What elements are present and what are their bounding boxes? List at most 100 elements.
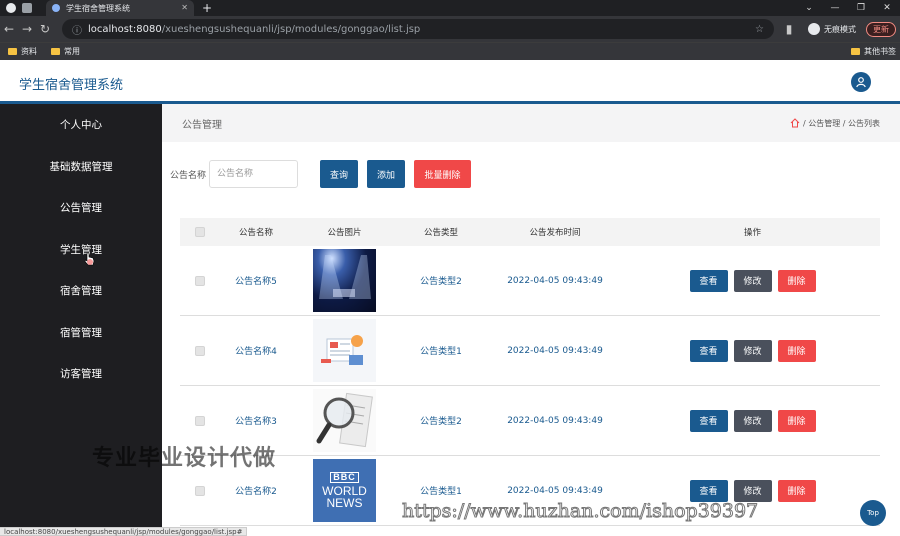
home-icon[interactable]	[790, 118, 800, 128]
window-chevron-icon[interactable]: ⌄	[796, 0, 822, 16]
tab-favicon-icon	[52, 4, 60, 12]
app-title: 学生宿舍管理系统	[19, 78, 124, 93]
announcement-time: 2022-04-05 09:43:49	[507, 275, 603, 286]
announcement-name[interactable]: 公告名称5	[220, 274, 292, 287]
announcement-time: 2022-04-05 09:43:49	[507, 345, 603, 356]
news-text: NEWS	[326, 496, 363, 510]
other-bookmarks[interactable]: 其他书签	[851, 46, 896, 57]
announcement-image	[313, 389, 376, 452]
tab-title: 学生宿舍管理系统	[66, 3, 130, 13]
reload-icon[interactable]: ↻	[36, 22, 54, 36]
row-checkbox[interactable]	[195, 345, 205, 356]
url-host: localhost:8080	[88, 23, 162, 35]
incognito-indicator[interactable]: 无痕模式	[808, 23, 856, 35]
window-controls: ⌄ — ❐ ✕	[796, 0, 900, 16]
announcement-image: BBC WORLD NEWS	[313, 459, 376, 522]
sidebar-item-dormitories[interactable]: 宿舍管理	[0, 270, 162, 312]
sidebar-item-visitors[interactable]: 访客管理	[0, 353, 162, 395]
announcement-name[interactable]: 公告名称2	[220, 484, 292, 497]
announcement-name[interactable]: 公告名称4	[220, 344, 292, 357]
bookmarks-bar: 资料 常用 其他书签	[0, 42, 900, 60]
update-button[interactable]: 更新	[866, 21, 896, 37]
browser-tab[interactable]: 学生宿舍管理系统 ✕	[46, 0, 194, 16]
delete-button[interactable]: 删除	[777, 269, 816, 292]
mouse-cursor-icon	[84, 252, 95, 266]
tab-close-icon[interactable]: ✕	[181, 3, 188, 12]
view-button[interactable]: 查看	[689, 409, 728, 432]
view-button[interactable]: 查看	[689, 269, 728, 292]
select-all-checkbox[interactable]	[195, 227, 205, 237]
batch-delete-button[interactable]: 批量删除	[414, 160, 472, 188]
row-checkbox[interactable]	[195, 275, 205, 286]
announcement-time: 2022-04-05 09:43:49	[507, 485, 603, 496]
header-image: 公告图片	[327, 228, 362, 238]
breadcrumb-bar: 公告管理 / 公告管理 / 公告列表	[162, 104, 900, 142]
site-info-icon[interactable]: ⓘ	[72, 22, 82, 37]
table-header: 公告名称 公告图片 公告类型 公告发布时间 操作	[180, 218, 880, 246]
bookmark-star-icon[interactable]: ☆	[755, 24, 764, 35]
forward-icon[interactable]: →	[18, 22, 36, 36]
close-window-icon[interactable]: ✕	[874, 0, 900, 16]
new-tab-icon[interactable]: +	[202, 1, 212, 15]
back-to-top-button[interactable]: Top	[860, 500, 886, 526]
header-name: 公告名称	[238, 228, 273, 238]
table-row: 公告名称5 公告类型2 2022-04-05 09:43:49 查看 修改 删除	[180, 246, 880, 316]
announcement-type: 公告类型2	[420, 417, 462, 427]
row-checkbox[interactable]	[195, 485, 205, 496]
other-bookmarks-label: 其他书签	[864, 47, 896, 56]
announcement-table: 公告名称 公告图片 公告类型 公告发布时间 操作 公告名称5 公告类型2 202…	[180, 218, 880, 526]
breadcrumb-path[interactable]: / 公告管理 / 公告列表	[803, 118, 880, 129]
sidebar-item-basic-data[interactable]: 基础数据管理	[0, 146, 162, 188]
incognito-label: 无痕模式	[824, 24, 856, 34]
url-input[interactable]: ⓘ localhost:8080 /xueshengsushequanli/js…	[62, 19, 774, 39]
edit-button[interactable]: 修改	[733, 479, 772, 502]
row-checkbox[interactable]	[195, 415, 205, 426]
app-header: 学生宿舍管理系统	[0, 60, 900, 104]
edit-button[interactable]: 修改	[733, 269, 772, 292]
url-path: /xueshengsushequanli/jsp/modules/gonggao…	[161, 23, 421, 35]
add-button[interactable]: 添加	[367, 160, 406, 188]
edit-button[interactable]: 修改	[733, 339, 772, 362]
minimize-icon[interactable]: —	[822, 0, 848, 16]
bookmark-folder[interactable]: 常用	[51, 46, 80, 57]
view-button[interactable]: 查看	[689, 339, 728, 362]
back-icon[interactable]: ←	[0, 22, 18, 36]
sidebar-item-announcements[interactable]: 公告管理	[0, 187, 162, 229]
query-button[interactable]: 查询	[320, 160, 359, 188]
folder-icon	[8, 48, 17, 55]
user-avatar-icon[interactable]	[851, 72, 871, 92]
header-type: 公告类型	[423, 228, 458, 238]
announcement-type: 公告类型1	[420, 487, 462, 497]
announcement-type: 公告类型2	[420, 277, 462, 287]
announcement-image	[313, 319, 376, 382]
address-bar-row: ← → ↻ ⓘ localhost:8080 /xueshengsushequa…	[0, 16, 900, 42]
sidebar-item-dorm-managers[interactable]: 宿管管理	[0, 312, 162, 354]
delete-button[interactable]: 删除	[777, 479, 816, 502]
browser-logo-icon	[6, 3, 16, 13]
announcement-name[interactable]: 公告名称3	[220, 414, 292, 427]
sidebar-toggle-icon[interactable]: ▮	[780, 22, 798, 36]
delete-button[interactable]: 删除	[777, 339, 816, 362]
search-label: 公告名称	[170, 170, 207, 181]
bookmark-label: 常用	[64, 47, 80, 56]
bookmark-label: 资料	[21, 47, 37, 56]
delete-button[interactable]: 删除	[777, 409, 816, 432]
sidebar-item-students[interactable]: 学生管理	[0, 229, 162, 271]
view-button[interactable]: 查看	[689, 479, 728, 502]
watermark-text: 专业毕业设计代做	[92, 446, 277, 471]
edit-button[interactable]: 修改	[733, 409, 772, 432]
announcement-image	[313, 249, 376, 312]
search-row: 公告名称 查询 添加 批量删除	[170, 160, 472, 188]
announcement-time: 2022-04-05 09:43:49	[507, 415, 603, 426]
search-input[interactable]	[209, 160, 299, 188]
sidebar-item-profile[interactable]: 个人中心	[0, 104, 162, 146]
incognito-icon	[808, 23, 820, 35]
breadcrumb: / 公告管理 / 公告列表	[790, 118, 880, 129]
watermark-url: https://www.huzhan.com/ishop39397	[401, 500, 759, 523]
folder-icon	[51, 48, 60, 55]
restore-icon[interactable]: ❐	[848, 0, 874, 16]
bookmark-folder[interactable]: 资料	[8, 46, 37, 57]
browser-tab-strip: 学生宿舍管理系统 ✕ + ⌄ — ❐ ✕	[0, 0, 900, 16]
tab-search-icon[interactable]	[22, 3, 32, 13]
status-bar-url: localhost:8080/xueshengsushequanli/jsp/m…	[0, 527, 248, 536]
